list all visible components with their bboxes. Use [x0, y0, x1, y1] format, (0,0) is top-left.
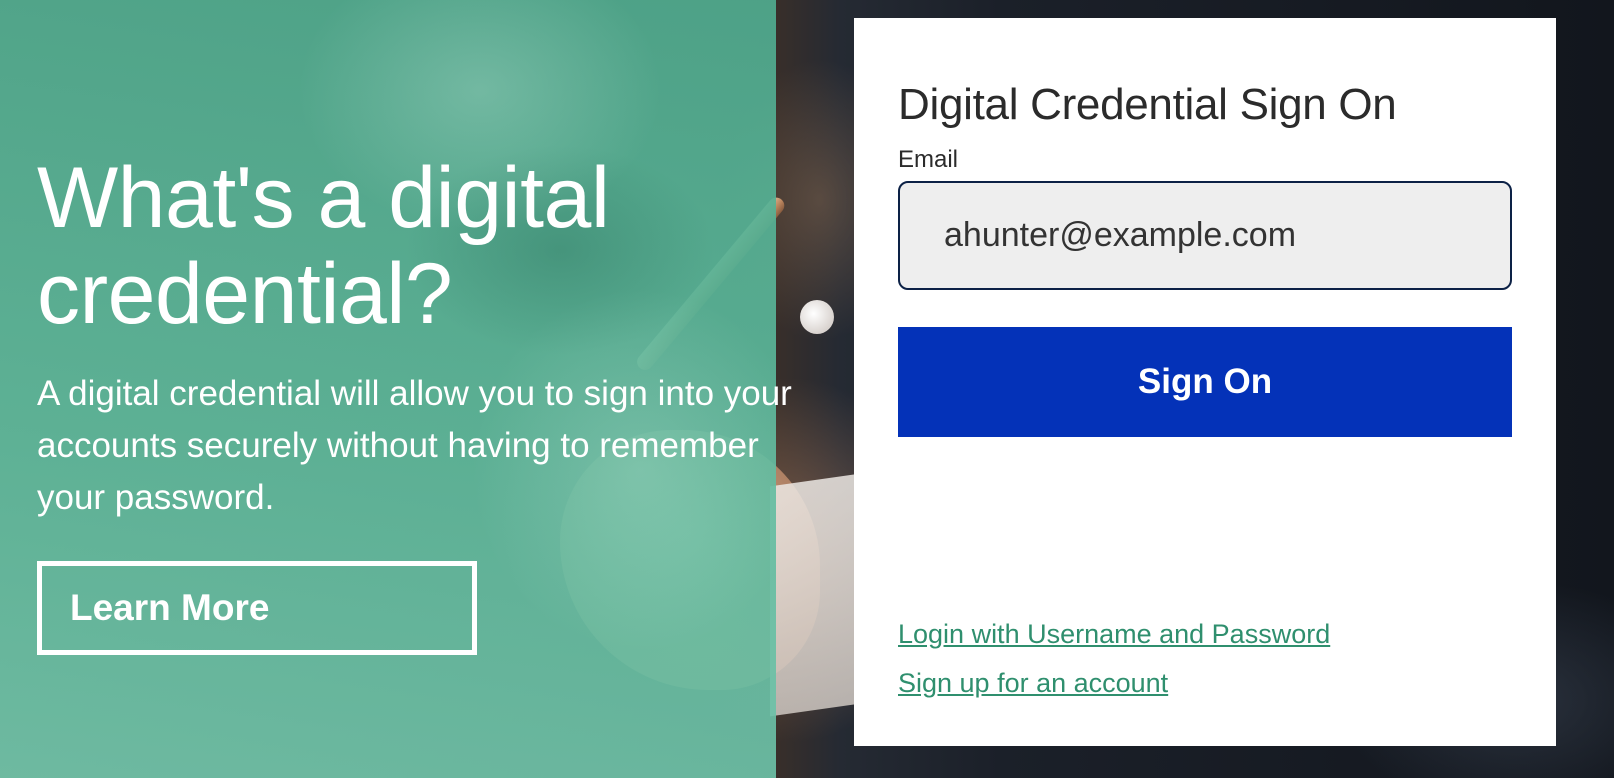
signon-card: Digital Credential Sign On Email Sign On…: [854, 18, 1556, 746]
photo-pen-cap: [800, 300, 834, 334]
page: What's a digital credential? A digital c…: [0, 0, 1614, 778]
signup-link[interactable]: Sign up for an account: [898, 668, 1168, 699]
hero-panel: What's a digital credential? A digital c…: [0, 0, 792, 778]
email-input[interactable]: [898, 181, 1512, 290]
sign-on-button[interactable]: Sign On: [898, 327, 1512, 437]
hero-description: A digital credential will allow you to s…: [37, 374, 792, 517]
signon-title: Digital Credential Sign On: [898, 80, 1397, 129]
hero-title: What's a digital credential?: [37, 150, 610, 342]
learn-more-button[interactable]: Learn More: [37, 561, 477, 655]
login-username-password-link[interactable]: Login with Username and Password: [898, 619, 1330, 650]
email-label: Email: [898, 146, 959, 173]
